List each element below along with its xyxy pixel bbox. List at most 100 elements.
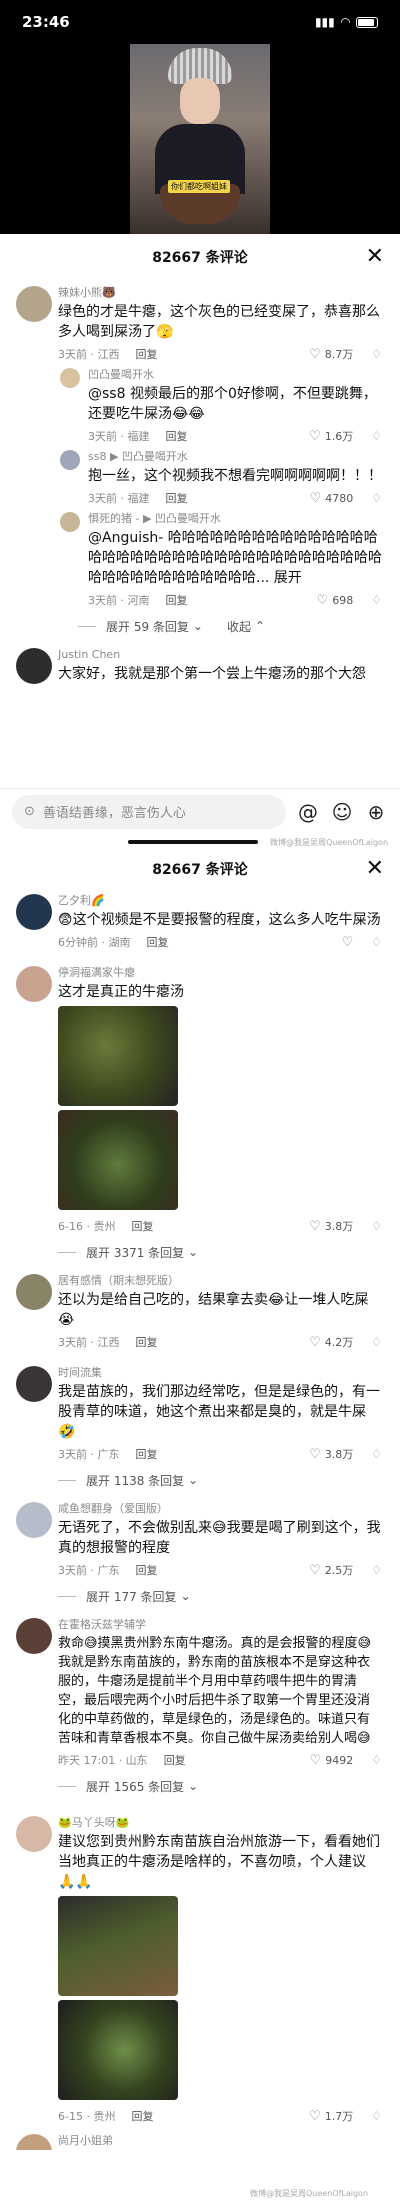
avatar[interactable] — [16, 966, 52, 1002]
like-count: 698 — [332, 593, 354, 607]
dislike-icon[interactable]: ♢ — [371, 1753, 382, 1767]
avatar[interactable] — [60, 512, 80, 532]
comment-time: 3天前 · 广东 — [58, 1448, 120, 1461]
comment-username[interactable]: 辣妹小熊🐻 — [58, 284, 382, 302]
comment-username[interactable]: 乙夕利🌈 — [58, 892, 382, 910]
dislike-icon[interactable]: ♢ — [371, 429, 382, 443]
like-button[interactable]: ♡ — [342, 935, 354, 950]
avatar[interactable] — [16, 648, 52, 684]
comment-item: 停洞福满家牛瘪 这才是真正的牛瘪汤 6-16 · 贵州 回复 ♡ 3.8万 ♢ — [0, 964, 400, 1238]
dislike-icon[interactable]: ♢ — [371, 347, 382, 361]
comment-username[interactable]: ss8 ▶ 凹凸曼喝开水 — [88, 448, 382, 466]
reply-item: 凹凸曼喝开水 @ss8 视频最后的那个0好惨啊，不但要跳舞，还要吃牛屎汤😂😂 3… — [0, 366, 400, 448]
like-count: 2.5万 — [324, 1564, 354, 1577]
close-icon[interactable]: ✕ — [366, 856, 384, 881]
like-button[interactable]: ♡ 3.8万 — [309, 1446, 353, 1462]
dislike-icon[interactable]: ♢ — [371, 2109, 382, 2123]
avatar[interactable] — [16, 1618, 52, 1654]
comments-sheet-1: 82667 条评论 ✕ 辣妹小熊🐻 绿色的才是牛瘪，这个灰色的已经变屎了，恭喜那… — [0, 234, 400, 834]
comment-username[interactable]: 咸鱼想翻身（爱国版） — [58, 1500, 382, 1518]
video-player[interactable]: 你们都吃啊姐妹 — [0, 44, 400, 234]
reply-button[interactable]: 回复 — [136, 1334, 158, 1350]
avatar[interactable] — [60, 368, 80, 388]
avatar[interactable] — [16, 1366, 52, 1402]
avatar[interactable] — [16, 1816, 52, 1852]
reply-button[interactable]: 回复 — [136, 1446, 158, 1462]
like-button[interactable]: ♡ 8.7万 — [309, 346, 353, 362]
reply-button[interactable]: 回复 — [136, 346, 158, 362]
dislike-icon[interactable]: ♢ — [371, 593, 382, 607]
comment-input[interactable]: ⊙ 善语结善缘，恶言伤人心 — [12, 794, 286, 829]
expand-replies-button[interactable]: 展开 1138 条回复 ⌄ — [0, 1466, 400, 1494]
collapse-label[interactable]: 收起 — [227, 618, 251, 635]
like-button[interactable]: ♡ 4.2万 — [309, 1334, 353, 1350]
reply-button[interactable]: 回复 — [147, 934, 169, 950]
expand-replies-button[interactable]: 展开 3371 条回复 ⌄ — [0, 1238, 400, 1266]
reply-button[interactable]: 回复 — [166, 592, 188, 608]
like-button[interactable]: ♡ 9492 — [310, 1753, 354, 1768]
dislike-icon[interactable]: ♢ — [371, 935, 382, 949]
avatar[interactable] — [60, 450, 80, 470]
comment-text: @ss8 视频最后的那个0好惨啊，不但要跳舞，还要吃牛屎汤😂😂 — [88, 386, 377, 422]
comment-username[interactable]: 尚月小姐弟 — [58, 2132, 382, 2150]
like-button[interactable]: ♡ 1.6万 — [309, 428, 353, 444]
food-image[interactable] — [58, 2000, 178, 2100]
close-icon[interactable]: ✕ — [366, 244, 384, 269]
avatar[interactable] — [16, 894, 52, 930]
dislike-icon[interactable]: ♢ — [371, 1219, 382, 1233]
watermark: 微博@我是吴周QueenOfLaigon — [250, 2189, 369, 2198]
like-count: 1.6万 — [324, 430, 354, 443]
comment-meta: 6-16 · 贵州 回复 ♡ 3.8万 ♢ — [58, 1214, 382, 1238]
reply-button[interactable]: 回复 — [131, 1218, 153, 1234]
chevron-down-icon: ⌄ — [188, 1779, 199, 1793]
like-button[interactable]: ♡ 1.7万 — [309, 2108, 353, 2124]
comment-count-title: 82667 条评论 — [152, 862, 248, 878]
avatar[interactable] — [16, 1502, 52, 1538]
avatar[interactable] — [16, 286, 52, 322]
expand-replies-button[interactable]: 展开 59 条回复 ⌄ 收起 ⌃ — [0, 612, 400, 640]
emoji-icon[interactable]: ☺ — [330, 800, 354, 824]
comment-username[interactable]: 🐸马丫头呀🐸 — [58, 1814, 382, 1832]
comment-username[interactable]: 停洞福满家牛瘪 — [58, 964, 382, 982]
reply-button[interactable]: 回复 — [166, 490, 188, 506]
dislike-icon[interactable]: ♢ — [371, 1447, 382, 1461]
dislike-icon[interactable]: ♢ — [371, 1335, 382, 1349]
camera-icon[interactable]: ⊙ — [24, 804, 35, 819]
comment-username[interactable]: 惧死的猪 - ▶ 凹凸曼喝开水 — [88, 510, 382, 528]
chevron-down-icon: ⌄ — [188, 1473, 199, 1487]
comment-username[interactable]: 居有感情（期末想死版） — [58, 1272, 382, 1290]
comment-meta: 6-15 · 贵州 回复 ♡ 1.7万 ♢ — [58, 2104, 382, 2128]
food-image[interactable] — [58, 1896, 178, 1996]
comment-username[interactable]: 凹凸曼喝开水 — [88, 366, 382, 384]
comment-text: 抱一丝，这个视频我不想看完啊啊啊啊啊！！！ — [88, 468, 382, 484]
dislike-icon[interactable]: ♢ — [371, 491, 382, 505]
comment-username[interactable]: 在霍格沃兹学辅学 — [58, 1616, 382, 1634]
reply-button[interactable]: 回复 — [164, 1752, 186, 1768]
food-image[interactable] — [58, 1006, 178, 1106]
comment-username[interactable]: Justin Chen — [58, 646, 382, 664]
reply-button[interactable]: 回复 — [166, 428, 188, 444]
comment-meta: 3天前 · 江西 回复 ♡ 4.2万 ♢ — [58, 1330, 382, 1354]
avatar[interactable] — [16, 2134, 52, 2150]
like-button[interactable]: ♡ 4780 — [310, 491, 354, 506]
mention-icon[interactable]: @ — [296, 800, 320, 824]
phone-screen: 23:46 ▮▮▮ ◠ 你们都吃啊姐妹 82667 条评论 ✕ 辣妹小熊🐻 绿色… — [0, 0, 400, 2200]
expand-replies-button[interactable]: 展开 1565 条回复 ⌄ — [0, 1772, 400, 1800]
comments-header: 82667 条评论 ✕ — [0, 234, 400, 280]
comment-username[interactable]: 时间流集 — [58, 1364, 382, 1382]
reply-button[interactable]: 回复 — [131, 2108, 153, 2124]
comments-header: 82667 条评论 ✕ — [0, 852, 400, 886]
dislike-icon[interactable]: ♢ — [371, 1563, 382, 1577]
reply-button[interactable]: 回复 — [136, 1562, 158, 1578]
like-count: 4780 — [325, 491, 354, 505]
avatar[interactable] — [16, 1274, 52, 1310]
comment-meta: 3天前 · 福建 回复 ♡ 1.6万 ♢ — [88, 424, 382, 448]
like-button[interactable]: ♡ 2.5万 — [309, 1562, 353, 1578]
expand-replies-button[interactable]: 展开 177 条回复 ⌄ — [0, 1582, 400, 1610]
comment-time: 6-16 · 贵州 — [58, 1220, 116, 1233]
like-button[interactable]: ♡ 698 — [317, 593, 354, 608]
food-image[interactable] — [58, 1110, 178, 1210]
add-icon[interactable]: ⊕ — [364, 800, 388, 824]
like-button[interactable]: ♡ 3.8万 — [309, 1218, 353, 1234]
comment-input-bar: ⊙ 善语结善缘，恶言伤人心 @ ☺ ⊕ — [0, 788, 400, 834]
